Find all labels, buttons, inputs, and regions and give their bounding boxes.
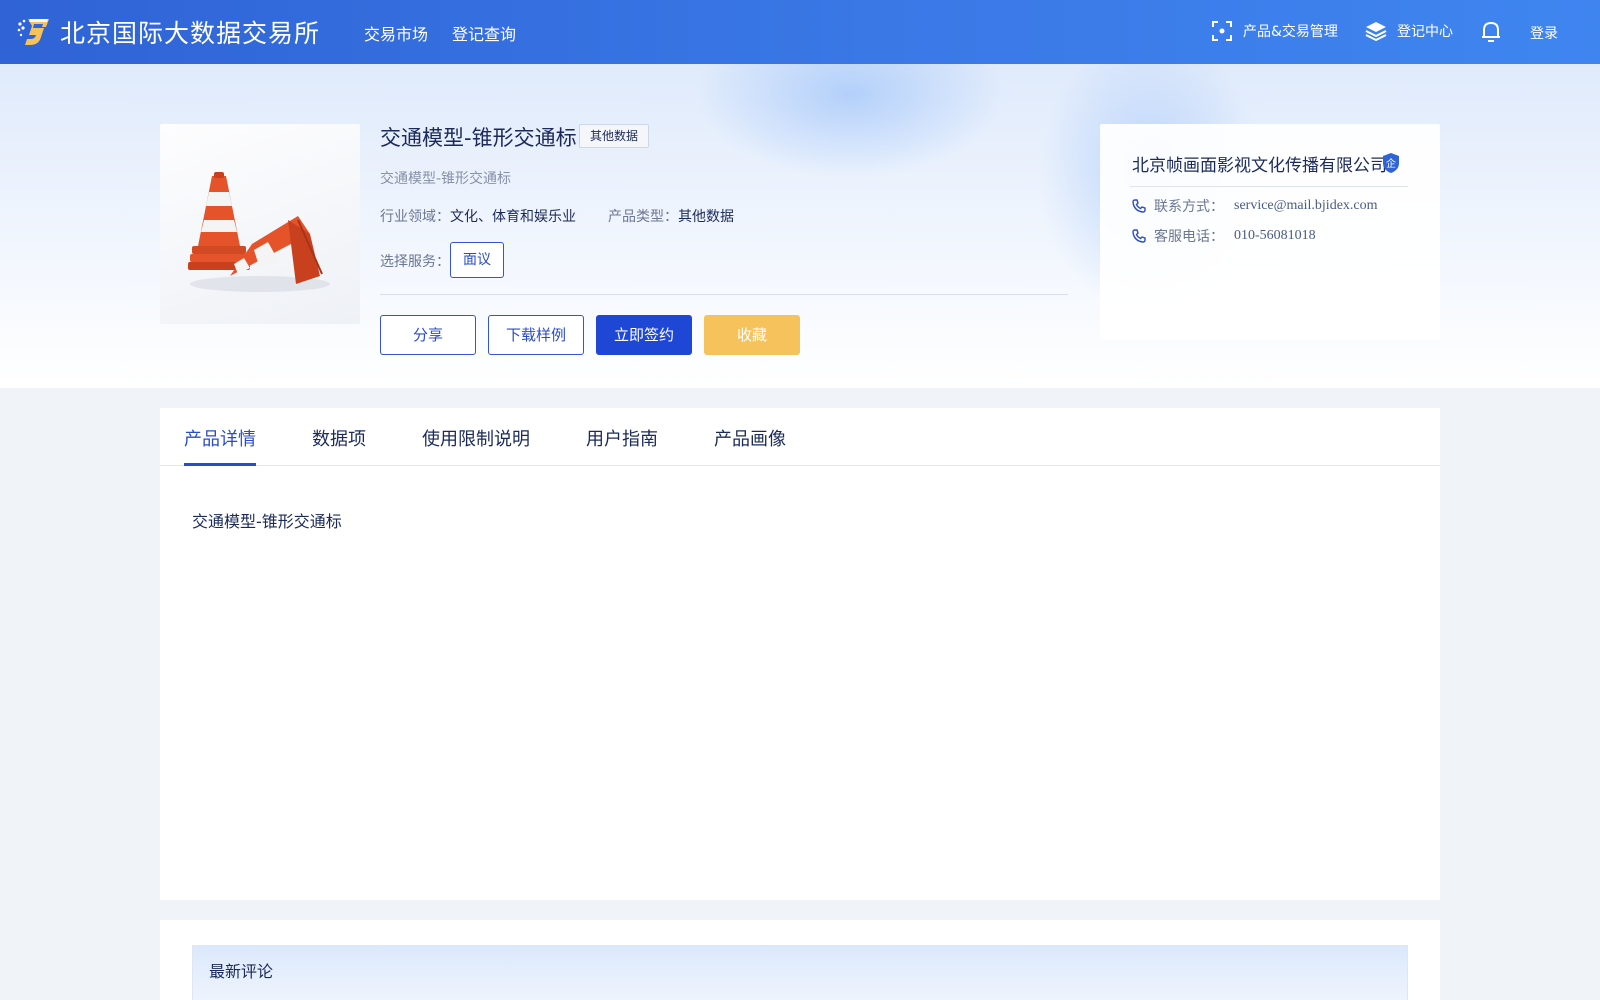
service-select-label: 选择服务：	[380, 254, 450, 270]
industry-value: 文化、体育和娱乐业	[450, 209, 576, 225]
comments-header: 最新评论	[192, 945, 1408, 1000]
bjidex-logo-icon[interactable]	[16, 15, 52, 49]
phone-row: 客服电话： 010-56081018	[1132, 226, 1316, 246]
product-image	[160, 124, 360, 324]
top-header: 北京国际大数据交易所 交易市场 登记查询 产品&交易管理 登记中心 登录	[0, 0, 1600, 64]
tab-user-guide[interactable]: 用户指南	[586, 425, 658, 451]
product-type-value: 其他数据	[678, 209, 734, 225]
comments-section: 最新评论	[160, 920, 1440, 1000]
product-detail-panel: 产品详情 数据项 使用限制说明 用户指南 产品画像 交通模型-锥形交通标	[160, 408, 1440, 900]
product-type-label: 产品类型：	[608, 209, 678, 225]
company-name[interactable]: 北京帧画面影视文化传播有限公司	[1132, 151, 1387, 176]
nav-registration-query[interactable]: 登记查询	[452, 21, 516, 45]
comments-title: 最新评论	[209, 962, 274, 981]
industry-label: 行业领域：	[380, 209, 450, 225]
product-title: 交通模型-锥形交通标	[380, 126, 577, 150]
register-center-label: 登记中心	[1397, 24, 1453, 40]
tab-product-details[interactable]: 产品详情	[184, 425, 256, 451]
enterprise-verified-icon: 企	[1383, 153, 1399, 173]
phone-icon	[1132, 199, 1146, 213]
download-sample-button[interactable]: 下载样例	[488, 315, 584, 355]
service-option-negotiable[interactable]: 面议	[450, 242, 504, 278]
traffic-cone-image	[188, 172, 330, 292]
product-trade-management-link[interactable]: 产品&交易管理	[1211, 20, 1338, 42]
industry-field: 行业领域：文化、体育和娱乐业	[380, 206, 576, 226]
phone-icon	[1132, 229, 1146, 243]
product-trade-management-label: 产品&交易管理	[1243, 24, 1338, 40]
scan-focus-icon	[1212, 21, 1232, 41]
active-tab-indicator	[184, 463, 256, 466]
bell-icon[interactable]	[1480, 20, 1502, 44]
contact-label: 联系方式：	[1154, 199, 1224, 215]
enterprise-badge-text: 企	[1386, 157, 1396, 170]
company-card: 北京帧画面影视文化传播有限公司 企 联系方式： service@mail.bji…	[1100, 124, 1440, 340]
share-button[interactable]: 分享	[380, 315, 476, 355]
service-phone-label: 客服电话：	[1154, 229, 1224, 245]
contact-email[interactable]: service@mail.bjidex.com	[1234, 198, 1378, 214]
product-detail-text: 交通模型-锥形交通标	[192, 512, 342, 531]
product-category-tag: 其他数据	[579, 124, 650, 148]
detail-tabs: 产品详情 数据项 使用限制说明 用户指南 产品画像	[160, 408, 1440, 466]
tab-usage-restrictions[interactable]: 使用限制说明	[422, 425, 530, 451]
sign-now-button[interactable]: 立即签约	[596, 315, 692, 355]
product-subtitle: 交通模型-锥形交通标	[380, 171, 512, 187]
service-phone-value: 010-56081018	[1234, 228, 1316, 243]
product-type-field: 产品类型：其他数据	[608, 206, 734, 226]
nav-trading-market[interactable]: 交易市场	[364, 21, 428, 45]
contact-row: 联系方式： service@mail.bjidex.com	[1132, 196, 1378, 216]
register-center-link[interactable]: 登记中心	[1365, 20, 1453, 42]
tab-data-items[interactable]: 数据项	[312, 425, 366, 451]
layers-icon	[1365, 22, 1387, 42]
company-divider	[1130, 186, 1408, 187]
login-link[interactable]: 登录	[1530, 23, 1558, 43]
tab-product-portrait[interactable]: 产品画像	[714, 425, 786, 451]
favorite-button[interactable]: 收藏	[704, 315, 800, 355]
brand-name[interactable]: 北京国际大数据交易所	[60, 14, 320, 50]
divider	[380, 294, 1068, 295]
